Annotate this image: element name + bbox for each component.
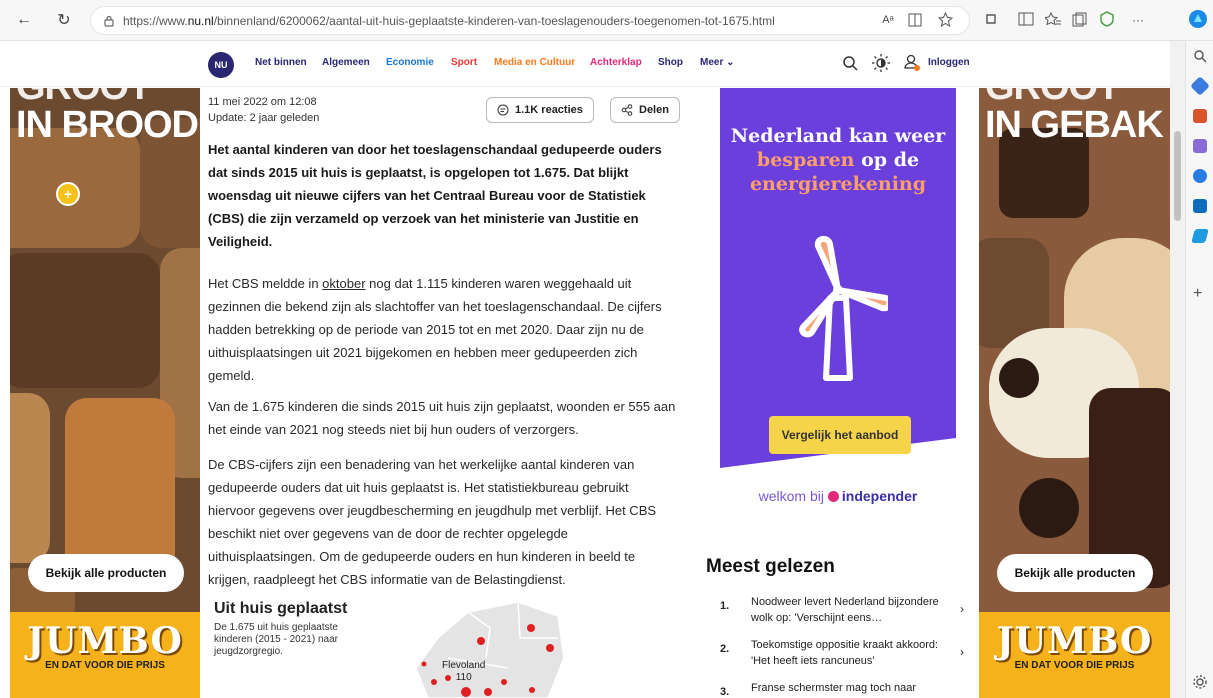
nav-sport[interactable]: Sport [451, 57, 477, 68]
url-text: https://www.nu.nl/binnenland/6200062/aan… [123, 14, 775, 28]
map-description: De 1.675 uit huis geplaatste kinderen (2… [214, 622, 338, 657]
most-read-item[interactable]: 3. Franse schermster mag toch naar [720, 680, 970, 698]
nav-economie[interactable]: Economie [386, 57, 434, 68]
reactions-label: 1.1K reacties [515, 104, 583, 116]
theme-toggle-icon[interactable] [871, 53, 891, 73]
jumbo-logo-left: JUMBO EN DAT VOOR DIE PRIJS [10, 612, 200, 698]
most-read-title: Meest gelezen [706, 556, 835, 577]
ad-left-headline: IN BROOD [16, 104, 199, 146]
netherlands-map[interactable] [408, 598, 568, 698]
browser-toolbar: ← ↻ https://www.nu.nl/binnenland/6200062… [0, 0, 1213, 41]
nav-media-en-cultuur[interactable]: Media en Cultuur [494, 57, 575, 68]
browser-essentials-icon[interactable] [1099, 11, 1115, 27]
games-icon[interactable] [1193, 139, 1207, 153]
most-read-text: Noodweer levert Nederland bijzondere wol… [751, 596, 939, 624]
refresh-icon[interactable]: ↻ [52, 8, 76, 32]
shopping-tag-icon[interactable] [1190, 76, 1210, 96]
most-read-number: 1. [720, 600, 730, 612]
address-bar[interactable]: https://www.nu.nl/binnenland/6200062/aan… [90, 6, 970, 35]
most-read-text: Franse schermster mag toch naar [751, 682, 917, 694]
collections-icon[interactable] [1072, 12, 1087, 27]
login-link[interactable]: Inloggen [928, 57, 970, 68]
search-icon[interactable] [842, 55, 858, 71]
most-read-item[interactable]: 2. Toekomstige oppositie kraakt akkoord:… [720, 637, 970, 673]
outlook-icon[interactable] [1193, 199, 1207, 213]
ad-right-button[interactable]: Bekijk alle producten [997, 554, 1153, 592]
office-icon[interactable] [1193, 169, 1207, 183]
nav-meer[interactable]: Meer ⌄ [700, 57, 735, 68]
send-icon[interactable] [1191, 229, 1209, 243]
article-paragraph-3: De CBS-cijfers zijn een benadering van h… [208, 457, 657, 587]
most-read-item[interactable]: 1. Noodweer levert Nederland bijzondere … [720, 594, 970, 630]
left-ad-banner[interactable]: GROOT IN BROOD + Bekijk alle producten J… [10, 88, 200, 698]
tab-actions-icon[interactable] [1018, 12, 1034, 26]
plus-icon[interactable]: + [56, 182, 80, 206]
nav-achterklap[interactable]: Achterklap [590, 57, 642, 68]
article-lead: Het aantal kinderen van door het toeslag… [208, 142, 662, 249]
article-date: 11 mei 2022 om 12:08 [208, 96, 317, 108]
share-button[interactable]: Delen [610, 97, 680, 123]
reactions-button[interactable]: 1.1K reacties [486, 97, 594, 123]
extensions-icon[interactable] [984, 12, 998, 26]
browser-sidebar: + [1185, 41, 1213, 698]
favorites-icon[interactable] [1045, 12, 1061, 26]
most-read-text: Toekomstige oppositie kraakt akkoord: 'H… [751, 639, 939, 667]
ad-left-button[interactable]: Bekijk alle producten [28, 554, 184, 592]
nav-net-binnen[interactable]: Net binnen [255, 57, 307, 68]
map-title: Uit huis geplaatst [214, 600, 348, 617]
back-icon[interactable]: ← [12, 8, 36, 32]
independer-logo[interactable]: welkom bij independer [720, 488, 956, 504]
settings-gear-icon[interactable] [1193, 675, 1207, 689]
compare-offer-button[interactable]: Vergelijk het aanbod [769, 416, 911, 454]
share-label: Delen [639, 104, 669, 116]
page-scrollbar[interactable] [1170, 41, 1185, 698]
tools-icon[interactable] [1193, 109, 1207, 123]
lock-icon[interactable] [103, 15, 115, 27]
user-icon[interactable] [904, 54, 920, 71]
map-graphic[interactable]: Uit huis geplaatst De 1.675 uit huis gep… [208, 598, 578, 698]
article-update: Update: 2 jaar geleden [208, 112, 320, 124]
jumbo-logo-right: JUMBO EN DAT VOOR DIE PRIJS [979, 612, 1170, 698]
split-screen-icon[interactable] [908, 13, 922, 27]
most-read-number: 2. [720, 643, 730, 655]
site-logo[interactable]: NU [208, 52, 234, 78]
article-paragraph-2: Van de 1.675 kinderen die sinds 2015 uit… [208, 399, 676, 437]
sidebar-search-icon[interactable] [1193, 49, 1207, 63]
oktober-link[interactable]: oktober [322, 276, 365, 291]
site-header: NU Net binnen Algemeen Economie Sport Me… [0, 41, 1170, 87]
chevron-right-icon: › [960, 602, 964, 616]
most-read-number: 3. [720, 686, 730, 698]
map-region-label: Flevoland 110 [442, 660, 486, 683]
energy-ad[interactable]: Nederland kan weer besparen op de energi… [720, 88, 956, 468]
wind-turbine-icon [799, 236, 888, 381]
add-sidebar-icon[interactable]: + [1193, 285, 1202, 303]
share-icon [621, 104, 633, 116]
energy-ad-headline: Nederland kan weer besparen op de energi… [730, 125, 946, 195]
comment-icon [497, 104, 509, 116]
copilot-icon[interactable] [1188, 9, 1208, 29]
nav-algemeen[interactable]: Algemeen [322, 57, 370, 68]
right-ad-banner[interactable]: GROOT IN GEBAK Bekijk alle producten JUM… [979, 88, 1170, 698]
favorite-star-icon[interactable] [938, 12, 953, 27]
read-aloud-icon[interactable]: Aᵃ [876, 8, 900, 32]
article-paragraph-1: Het CBS meldde in oktober nog dat 1.115 … [208, 276, 662, 383]
scrollbar-thumb[interactable] [1174, 131, 1181, 221]
independer-icon [827, 491, 839, 502]
more-menu-icon[interactable]: ··· [1126, 8, 1150, 32]
chevron-right-icon: › [960, 645, 964, 659]
nav-shop[interactable]: Shop [658, 57, 683, 68]
ad-right-headline: IN GEBAK [985, 104, 1164, 146]
